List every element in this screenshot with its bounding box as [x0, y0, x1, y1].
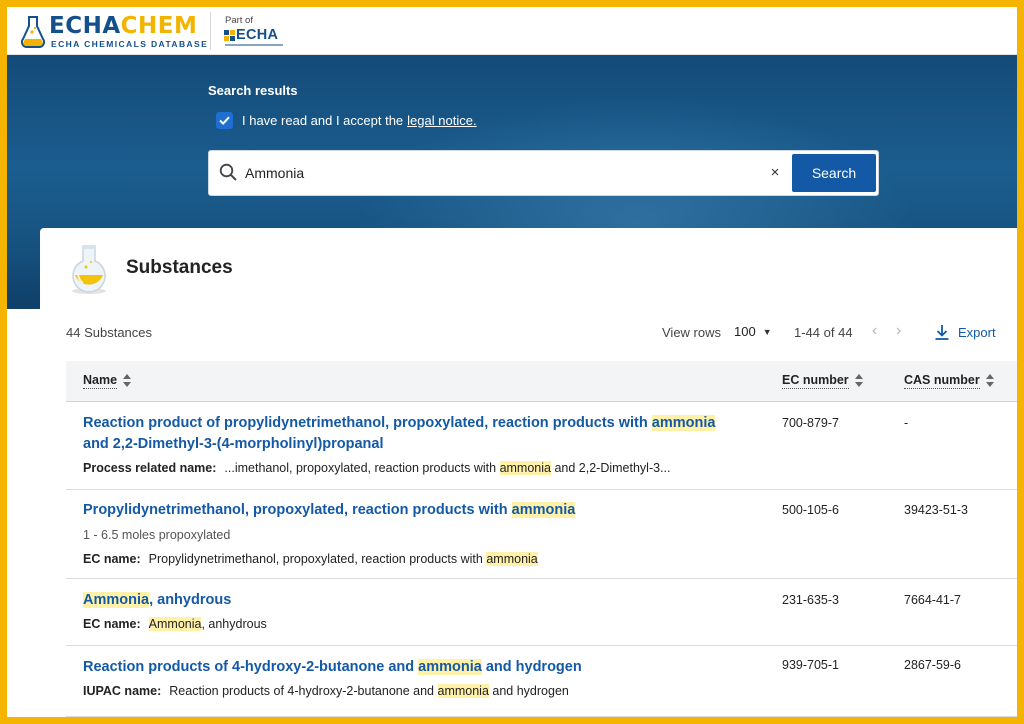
- logo-subtitle: ECHA CHEMICALS DATABASE: [51, 39, 209, 49]
- cas-number: 39423-51-3: [904, 503, 968, 517]
- view-rows-select[interactable]: 100 ▼: [734, 324, 772, 339]
- pagination-range: 1-44 of 44: [794, 325, 853, 340]
- ec-number: 500-105-6: [782, 503, 839, 517]
- cas-number: 7664-41-7: [904, 593, 961, 607]
- close-icon[interactable]: ×: [767, 164, 783, 182]
- legal-accept-row: I have read and I accept the legal notic…: [216, 111, 477, 129]
- download-icon: [935, 325, 949, 340]
- table-row: Ammonia, anhydrous EC name: Ammonia, anhy…: [66, 579, 1017, 646]
- chevron-down-icon: ▼: [762, 326, 772, 337]
- echachem-logo[interactable]: ECHACHEM ECHA CHEMICALS DATABASE: [21, 13, 211, 51]
- search-button[interactable]: Search: [792, 154, 876, 192]
- legal-notice-link[interactable]: legal notice.: [407, 113, 476, 128]
- top-bar: ECHACHEM ECHA CHEMICALS DATABASE Part of…: [7, 7, 1017, 55]
- substance-description: 1 - 6.5 moles propoxylated: [83, 528, 231, 542]
- flask-icon: [72, 245, 106, 294]
- chevron-left-icon[interactable]: ‹: [872, 322, 877, 340]
- header-divider: [210, 12, 211, 50]
- panel-title: Substances: [126, 257, 233, 278]
- export-button[interactable]: Export: [934, 324, 996, 340]
- substances-panel: Substances 44 Substances View rows 100 ▼…: [40, 228, 1017, 717]
- substance-meta: Process related name: ...imethanol, propo…: [83, 461, 671, 475]
- ec-number: 939-705-1: [782, 658, 839, 672]
- sort-icon: [123, 374, 132, 388]
- search-box: Ammonia × Search: [208, 150, 879, 196]
- table-row: Reaction products of 4-hydroxy-2-butanon…: [66, 646, 1017, 717]
- ec-number: 231-635-3: [782, 593, 839, 607]
- chevron-right-icon[interactable]: ›: [896, 322, 901, 340]
- legal-accept-checkbox[interactable]: [216, 111, 233, 129]
- flask-logo-icon: [21, 16, 45, 48]
- ec-number: 700-879-7: [782, 416, 839, 430]
- logo-wordmark: ECHACHEM: [49, 13, 198, 39]
- substance-meta: EC name: Propylidynetrimethanol, propoxyl…: [83, 552, 538, 566]
- cas-number: 2867-59-6: [904, 658, 961, 672]
- column-name-header[interactable]: Name: [83, 373, 132, 389]
- part-of-label: Part of: [225, 15, 253, 26]
- substance-name-link[interactable]: Reaction products of 4-hydroxy-2-butanon…: [83, 657, 723, 678]
- results-count: 44 Substances: [66, 325, 153, 340]
- substance-name-link[interactable]: Reaction product of propylidynetrimethan…: [83, 413, 723, 455]
- table-row: Propylidynetrimethanol, propoxylated, re…: [66, 490, 1017, 579]
- substance-name-link[interactable]: Propylidynetrimethanol, propoxylated, re…: [83, 500, 723, 521]
- table-header: Name EC number CAS number: [66, 361, 1017, 402]
- substance-meta: IUPAC name: Reaction products of 4-hydrox…: [83, 684, 569, 698]
- substance-name-link[interactable]: Ammonia, anhydrous: [83, 590, 723, 611]
- search-icon: [219, 163, 237, 181]
- search-results-heading: Search results: [208, 83, 298, 98]
- app-frame: ECHACHEM ECHA CHEMICALS DATABASE Part of…: [7, 7, 1017, 717]
- echa-partner-logo[interactable]: ECHA: [224, 27, 294, 47]
- legal-accept-label: I have read and I accept the: [242, 112, 404, 128]
- column-cas-header[interactable]: CAS number: [904, 373, 994, 389]
- echa-mark-icon: [224, 30, 235, 41]
- search-input[interactable]: Ammonia: [245, 165, 304, 181]
- view-rows-label: View rows: [662, 325, 722, 340]
- sort-icon: [854, 374, 863, 388]
- column-ec-header[interactable]: EC number: [782, 373, 863, 389]
- sort-icon: [985, 374, 994, 388]
- check-icon: [219, 116, 230, 125]
- cas-number: -: [904, 416, 909, 430]
- substance-meta: EC name: Ammonia, anhydrous: [83, 617, 267, 631]
- table-row: Reaction product of propylidynetrimethan…: [66, 402, 1017, 490]
